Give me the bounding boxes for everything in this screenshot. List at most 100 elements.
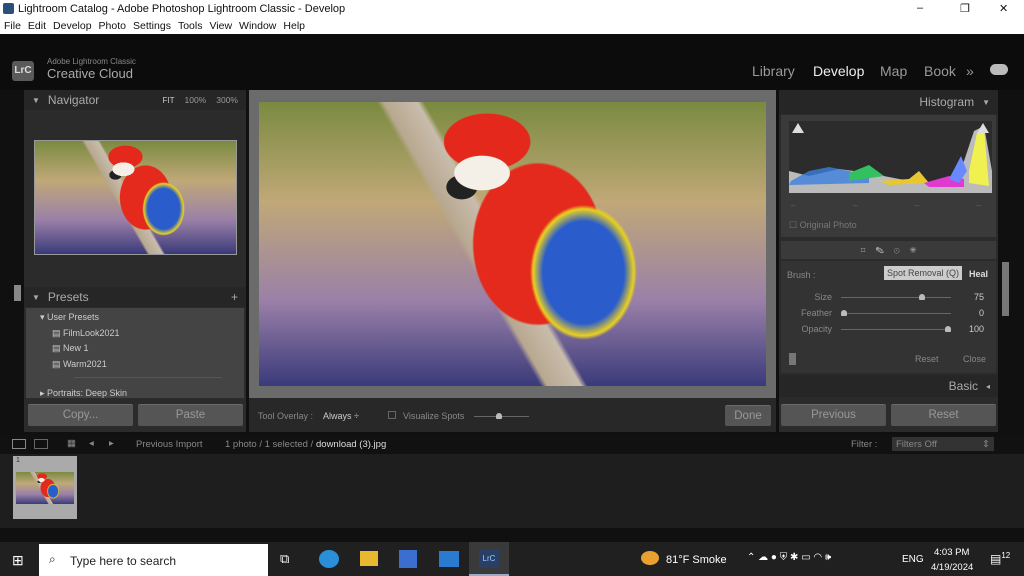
add-preset-button[interactable]: + xyxy=(231,290,238,304)
menu-settings[interactable]: Settings xyxy=(133,20,171,32)
brand-name: Creative Cloud xyxy=(47,66,133,81)
image-canvas xyxy=(249,90,776,398)
lrc-logo: LrC xyxy=(12,61,34,81)
histogram: – – – – ☐ Original Photo xyxy=(781,115,996,237)
zoom-fit[interactable]: FIT xyxy=(163,96,175,105)
maximize-button[interactable]: ❐ xyxy=(960,2,970,15)
spot-removal-mode[interactable]: Spot Removal (Q) xyxy=(884,266,963,280)
source-label[interactable]: Previous Import xyxy=(136,439,203,450)
histogram-header[interactable]: Histogram ▼ xyxy=(779,90,998,114)
file-name[interactable]: download (3).jpg xyxy=(316,439,386,450)
forward-arrow-icon[interactable]: ▸ xyxy=(109,438,114,449)
file-explorer-icon[interactable] xyxy=(360,551,378,566)
tool-overlay-select[interactable]: Always ÷ xyxy=(323,411,359,421)
feather-slider[interactable] xyxy=(841,310,951,316)
module-library[interactable]: Library xyxy=(752,63,795,79)
slider-thumb[interactable] xyxy=(841,310,847,316)
preset-group-portraits[interactable]: ▸ Portraits: Deep Skin xyxy=(40,388,127,399)
zoom-300[interactable]: 300% xyxy=(216,95,238,105)
windows-start-icon[interactable]: ⊞ xyxy=(12,552,24,569)
heal-mode[interactable]: Heal xyxy=(969,269,988,279)
more-modules-button[interactable]: » xyxy=(966,63,974,79)
menu-help[interactable]: Help xyxy=(283,20,305,32)
tool-toolbar: Tool Overlay : Always ÷ Visualize Spots … xyxy=(249,398,776,432)
size-slider[interactable] xyxy=(841,294,951,300)
minimize-button[interactable]: – xyxy=(917,2,923,14)
mail-icon[interactable] xyxy=(439,551,459,567)
task-view-icon[interactable]: ⧉ xyxy=(280,551,289,567)
spot-reset-button[interactable]: Reset xyxy=(915,354,939,364)
preset-item[interactable]: ▤ New 1 xyxy=(52,343,89,354)
notifications-icon[interactable]: ▤12 xyxy=(990,551,1010,566)
navigator-header[interactable]: ▼ Navigator FIT 100% 300% xyxy=(24,90,246,110)
filter-select[interactable]: Filters Off ⇕ xyxy=(892,437,994,451)
filmstrip-thumbnail[interactable]: 1 xyxy=(13,456,77,519)
slider-thumb[interactable] xyxy=(919,294,925,300)
module-develop[interactable]: Develop xyxy=(813,63,864,79)
weather-text[interactable]: 81°F Smoke xyxy=(666,554,727,566)
language-indicator[interactable]: ENG xyxy=(902,554,924,565)
search-icon: ⌕ xyxy=(49,552,56,566)
lightroom-taskbar-button[interactable]: LrC xyxy=(469,542,509,576)
close-button[interactable]: ✕ xyxy=(999,2,1008,15)
photo-count: 1 photo / 1 selected / xyxy=(225,439,314,450)
second-window-icon[interactable] xyxy=(34,439,48,449)
previous-button[interactable]: Previous xyxy=(781,404,886,426)
weather-icon[interactable] xyxy=(641,551,659,565)
visualize-threshold-slider[interactable] xyxy=(474,413,529,419)
clock-time[interactable]: 4:03 PM xyxy=(934,547,969,558)
basic-header[interactable]: Basic ◂ xyxy=(779,375,998,397)
crop-tool-icon[interactable]: ⌗ xyxy=(860,245,865,255)
slider-thumb[interactable] xyxy=(945,326,951,332)
copy-button[interactable]: Copy... xyxy=(28,404,133,426)
grid-view-icon[interactable]: ▦ xyxy=(67,438,76,449)
main-photo[interactable] xyxy=(259,102,766,386)
clock-date[interactable]: 4/19/2024 xyxy=(931,562,973,573)
menu-photo[interactable]: Photo xyxy=(99,20,126,32)
left-scrollbar[interactable] xyxy=(14,285,21,301)
right-scrollbar[interactable] xyxy=(1002,262,1009,316)
tool-strip: ⌗ ✎ ⊙ ✺ xyxy=(781,241,996,259)
panel-toggle-switch[interactable] xyxy=(789,353,796,365)
navigator-preview[interactable] xyxy=(34,140,237,255)
search-input[interactable]: Type here to search xyxy=(70,554,176,568)
thumbnail-photo xyxy=(16,472,74,504)
menu-view[interactable]: View xyxy=(209,20,232,32)
back-arrow-icon[interactable]: ◂ xyxy=(89,438,94,449)
presets-title: Presets xyxy=(47,290,89,304)
presets-header[interactable]: ▼ Presets + xyxy=(24,287,246,307)
left-panel: ▼ Navigator FIT 100% 300% ▼ Presets + ▾ Us… xyxy=(24,90,246,432)
original-photo-toggle[interactable]: ☐ Original Photo xyxy=(789,220,857,231)
cloud-sync-icon[interactable] xyxy=(990,64,1008,75)
paste-button[interactable]: Paste xyxy=(138,404,243,426)
slider-label: Size xyxy=(814,292,832,302)
main-window-icon[interactable] xyxy=(12,439,26,449)
menu-file[interactable]: File xyxy=(4,20,21,32)
masking-tool-icon[interactable]: ✺ xyxy=(910,245,917,255)
menu-edit[interactable]: Edit xyxy=(28,20,46,32)
opacity-slider[interactable] xyxy=(841,326,951,332)
search-box[interactable]: ⌕ Type here to search xyxy=(39,544,268,576)
tray-icons[interactable]: ⌃ ☁ ● ⛨ ✱ ▭ ◠ 🕪 xyxy=(747,552,831,563)
preset-item[interactable]: ▤ FilmLook2021 xyxy=(52,328,120,339)
spot-removal-tool-icon[interactable]: ✎ xyxy=(876,245,884,255)
menu-window[interactable]: Window xyxy=(239,20,276,32)
module-map[interactable]: Map xyxy=(880,63,907,79)
spot-close-button[interactable]: Close xyxy=(963,354,986,364)
visualize-spots-checkbox[interactable] xyxy=(388,411,396,419)
menu-develop[interactable]: Develop xyxy=(53,20,92,32)
preset-item[interactable]: ▤ Warm2021 xyxy=(52,359,107,370)
thumbnail-index: 1 xyxy=(16,457,20,464)
slider-value: 0 xyxy=(978,308,984,318)
red-eye-tool-icon[interactable]: ⊙ xyxy=(894,245,900,255)
edge-icon[interactable] xyxy=(319,550,339,568)
store-icon[interactable] xyxy=(399,550,417,568)
preset-group-user[interactable]: ▾ User Presets xyxy=(40,312,99,323)
reset-button[interactable]: Reset xyxy=(891,404,996,426)
menu-tools[interactable]: Tools xyxy=(178,20,203,32)
zoom-100[interactable]: 100% xyxy=(185,95,207,105)
navigator-photo xyxy=(35,141,236,254)
done-button[interactable]: Done xyxy=(725,405,771,426)
module-book[interactable]: Book xyxy=(924,63,956,79)
slider-label: Feather xyxy=(800,308,832,318)
